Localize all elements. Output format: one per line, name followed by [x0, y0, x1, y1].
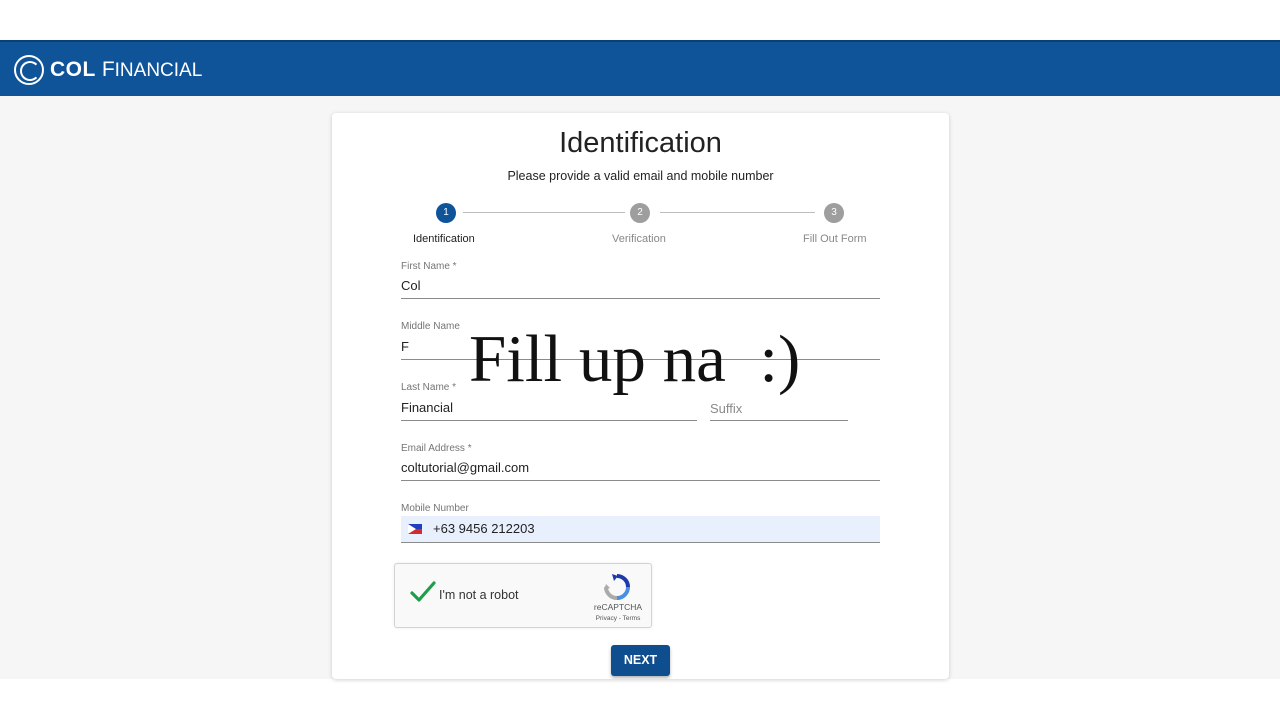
recaptcha-brand: reCAPTCHA — [593, 602, 643, 612]
overlay-caption: Fill up na :) — [469, 322, 801, 396]
last-name-label: Last Name * — [401, 382, 457, 393]
next-button[interactable]: NEXT — [611, 645, 670, 676]
middle-name-label: Middle Name — [401, 321, 460, 332]
top-margin — [0, 0, 1280, 40]
suffix-input[interactable]: Suffix — [710, 401, 742, 416]
last-name-input[interactable]: Financial — [401, 400, 453, 415]
recaptcha-logo-icon — [604, 574, 630, 600]
checkmark-icon[interactable] — [409, 578, 437, 606]
mobile-input[interactable]: +63 9456 212203 — [401, 516, 880, 542]
stepper-connector-1 — [463, 212, 625, 213]
recaptcha-terms-link[interactable]: Privacy - Terms — [589, 615, 647, 622]
step-1-indicator: 1 — [436, 203, 456, 223]
stepper-connector-2 — [660, 212, 815, 213]
logo-text-bold: COL — [50, 58, 96, 81]
suffix-underline — [710, 420, 848, 421]
last-name-underline — [401, 420, 697, 421]
col-logo-icon — [14, 55, 44, 85]
step-3-indicator: 3 — [824, 203, 844, 223]
first-name-label: First Name * — [401, 261, 457, 272]
captcha-label: I'm not a robot — [439, 588, 519, 602]
col-financial-logo[interactable]: COL FINANCIAL — [14, 54, 202, 86]
mobile-number-value[interactable]: +63 9456 212203 — [433, 521, 535, 536]
logo-text-remainder: INANCIAL — [114, 60, 203, 81]
mobile-underline — [401, 542, 880, 543]
bottom-margin — [0, 679, 1280, 720]
mobile-label: Mobile Number — [401, 503, 469, 514]
identification-card: Identification Please provide a valid em… — [332, 113, 949, 679]
email-label: Email Address * — [401, 443, 472, 454]
step-1-label: Identification — [413, 233, 475, 245]
first-name-underline — [401, 298, 880, 299]
middle-name-input[interactable]: F — [401, 339, 409, 354]
page-subtitle: Please provide a valid email and mobile … — [507, 169, 774, 183]
step-3-label: Fill Out Form — [803, 233, 867, 245]
page-title: Identification — [559, 127, 722, 159]
email-underline — [401, 480, 880, 481]
recaptcha-widget: I'm not a robot reCAPTCHA Privacy - Term… — [394, 563, 652, 628]
email-input[interactable]: coltutorial@gmail.com — [401, 460, 529, 475]
first-name-input[interactable]: Col — [401, 278, 421, 293]
philippines-flag-icon[interactable] — [408, 524, 422, 534]
app-header: COL FINANCIAL — [0, 40, 1280, 96]
logo-text-initial: F — [101, 58, 115, 81]
step-2-label: Verification — [612, 233, 666, 245]
logo-text-rest: FINANCIAL — [102, 58, 202, 82]
step-2-indicator: 2 — [630, 203, 650, 223]
